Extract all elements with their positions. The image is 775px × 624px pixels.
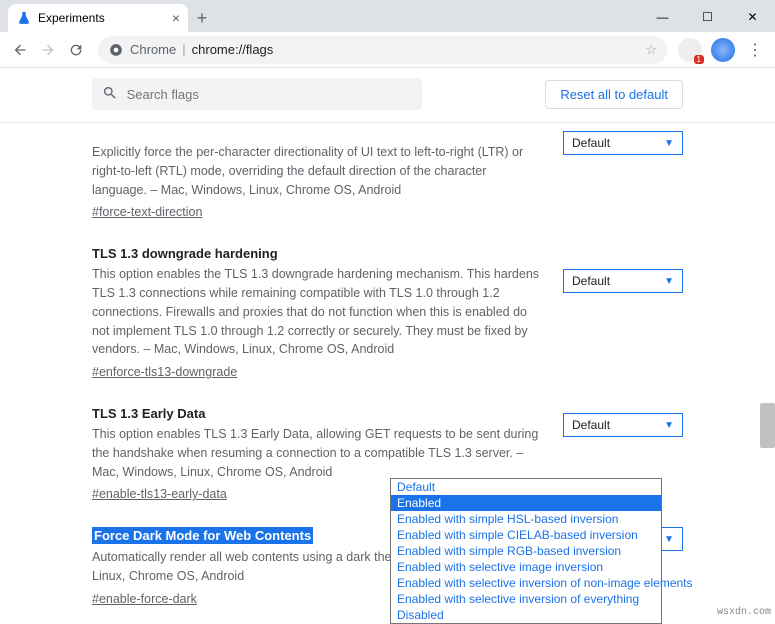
- new-tab-button[interactable]: +: [188, 4, 216, 32]
- dropdown-option[interactable]: Enabled with selective image inversion: [391, 559, 661, 575]
- flag-anchor-link[interactable]: #enable-tls13-early-data: [92, 487, 227, 501]
- search-icon: [102, 85, 119, 103]
- dropdown-option[interactable]: Enabled with selective inversion of ever…: [391, 591, 661, 607]
- extension-icon[interactable]: 1: [678, 38, 702, 62]
- search-flags-box[interactable]: [92, 78, 422, 110]
- dropdown-option[interactable]: Enabled with simple RGB-based inversion: [391, 543, 661, 559]
- menu-button[interactable]: ⋮: [741, 36, 769, 64]
- dropdown-option[interactable]: Enabled: [391, 495, 661, 511]
- maximize-button[interactable]: ☐: [685, 2, 730, 32]
- back-button[interactable]: [6, 36, 34, 64]
- dropdown-option[interactable]: Default: [391, 479, 661, 495]
- flag-anchor-link[interactable]: #enforce-tls13-downgrade: [92, 365, 237, 379]
- window-controls: — ☐ ✕: [640, 2, 775, 32]
- flag-title: TLS 1.3 Early Data: [92, 406, 205, 421]
- forward-button[interactable]: [34, 36, 62, 64]
- dropdown-option[interactable]: Enabled with selective inversion of non-…: [391, 575, 661, 591]
- flag-anchor-link[interactable]: #enable-force-dark: [92, 592, 197, 606]
- dropdown-option[interactable]: Disabled: [391, 607, 661, 623]
- flag-select-value: Default: [572, 136, 610, 150]
- flag-entry: TLS 1.3 downgrade hardeningThis option e…: [92, 231, 683, 391]
- minimize-button[interactable]: —: [640, 2, 685, 32]
- chevron-down-icon: ▼: [664, 420, 674, 431]
- chevron-down-icon: ▼: [664, 276, 674, 287]
- watermark: wsxdn.com: [717, 607, 771, 618]
- chevron-down-icon: ▼: [664, 138, 674, 149]
- flag-select[interactable]: Default ▼: [563, 413, 683, 437]
- close-icon[interactable]: ×: [172, 10, 180, 26]
- search-input[interactable]: [127, 87, 412, 102]
- flag-title: Force Dark Mode for Web Contents: [92, 527, 313, 544]
- bookmark-star-icon[interactable]: ☆: [645, 42, 657, 58]
- dropdown-option[interactable]: Enabled with simple CIELAB-based inversi…: [391, 527, 661, 543]
- tab-title: Experiments: [38, 11, 105, 25]
- scrollbar-thumb[interactable]: [760, 403, 775, 448]
- flag-select-value: Default: [572, 274, 610, 288]
- flag-title: TLS 1.3 downgrade hardening: [92, 246, 278, 261]
- omnibox-separator: |: [182, 42, 185, 57]
- address-bar[interactable]: Chrome | chrome://flags ☆: [98, 36, 667, 64]
- chrome-icon: [108, 42, 124, 58]
- flask-icon: [16, 10, 32, 26]
- flag-entry: Force text directionExplicitly force the…: [92, 109, 683, 231]
- close-window-button[interactable]: ✕: [730, 2, 775, 32]
- flag-select[interactable]: Default ▼: [563, 269, 683, 293]
- omnibox-origin: Chrome: [130, 42, 176, 57]
- flag-anchor-link[interactable]: #force-text-direction: [92, 205, 202, 219]
- flag-select-value: Default: [572, 418, 610, 432]
- flag-select[interactable]: Default ▼: [563, 131, 683, 155]
- dropdown-option[interactable]: Enabled with simple HSL-based inversion: [391, 511, 661, 527]
- omnibox-url: chrome://flags: [192, 42, 274, 57]
- reload-button[interactable]: [62, 36, 90, 64]
- browser-tab[interactable]: Experiments ×: [8, 4, 188, 32]
- reset-all-button[interactable]: Reset all to default: [545, 80, 683, 109]
- flag-dropdown[interactable]: DefaultEnabledEnabled with simple HSL-ba…: [390, 478, 662, 624]
- chevron-down-icon: ▼: [664, 534, 674, 545]
- window-titlebar: Experiments × + — ☐ ✕: [0, 0, 775, 32]
- browser-toolbar: Chrome | chrome://flags ☆ 1 ⋮: [0, 32, 775, 68]
- extension-badge: 1: [694, 55, 704, 64]
- profile-avatar[interactable]: [711, 38, 735, 62]
